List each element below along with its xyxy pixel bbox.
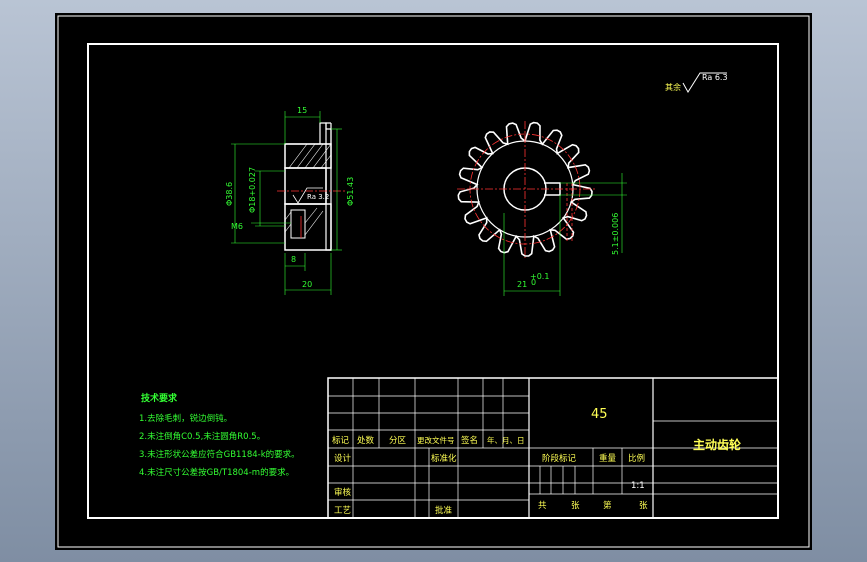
rev-header: 处数 (357, 435, 375, 446)
dim-width-bottom: 20 (302, 280, 312, 289)
roughness-value: Ra 6.3 (702, 73, 728, 82)
tech-item: 3.未注形状公差应符合GB1184-k的要求。 (139, 449, 300, 460)
rev-header: 更改文件号 (417, 435, 455, 445)
total-label: 共 (538, 501, 547, 511)
side-view: Ra 3.2 15 20 8 M6 Φ51.43 Φ38.6 Φ18+0.027 (225, 106, 355, 295)
rev-header: 标记 (332, 435, 350, 446)
process-label: 工艺 (334, 506, 351, 516)
inner-border (87, 43, 779, 519)
tech-item: 2.未注倒角C0.5,未注圆角R0.5。 (139, 431, 265, 442)
dim-key-width: 5.1±0.006 (611, 213, 620, 255)
sheets2-label: 张 (639, 501, 648, 511)
dim-width-top: 15 (297, 106, 307, 115)
dim-hub-dia: Φ38.6 (225, 182, 234, 206)
tech-item: 4.未注尺寸公差按GB/T1804-m的要求。 (139, 467, 294, 478)
roughness-inner: Ra 3.2 (307, 193, 329, 201)
cad-drawing: 其余 Ra 6.3 Ra 3.2 15 20 8 M6 Φ51.43 Φ38.6… (57, 15, 810, 548)
stage-mark-label: 阶段标记 (542, 453, 577, 464)
standardize-label: 标准化 (431, 453, 457, 464)
material: 45 (591, 407, 608, 422)
tech-requirements: 技术要求 1.去除毛刺，锐边倒钝。 2.未注倒角C0.5,未注圆角R0.5。 3… (139, 392, 300, 478)
weight-label: 重量 (599, 453, 617, 464)
rev-header: 分区 (389, 436, 407, 446)
tech-title: 技术要求 (141, 392, 178, 404)
rev-header: 签名 (461, 435, 478, 446)
dim-bore: Φ18+0.027 (248, 167, 257, 213)
page-label: 第 (603, 500, 612, 511)
approve-label: 批准 (435, 505, 453, 516)
front-view: 21 +0.1 0 5.1±0.006 (457, 121, 627, 296)
dim-hub-len: 8 (291, 255, 296, 264)
part-name: 主动齿轮 (693, 437, 742, 452)
tech-item: 1.去除毛刺，锐边倒钝。 (139, 413, 232, 424)
dim-thread: M6 (231, 222, 243, 231)
scale-value: 1:1 (631, 481, 645, 491)
dim-keyway-tol-low: 0 (531, 278, 536, 287)
dim-outer-dia: Φ51.43 (346, 177, 355, 206)
roughness-prefix: 其余 (665, 82, 681, 92)
check-label: 审核 (334, 487, 352, 498)
rev-header: 年、月、日 (487, 435, 525, 445)
dim-keyway-depth: 21 (517, 280, 527, 289)
sheets-label: 张 (571, 501, 580, 511)
roughness-note: 其余 Ra 6.3 (665, 72, 728, 93)
drawing-sheet: 其余 Ra 6.3 Ra 3.2 15 20 8 M6 Φ51.43 Φ38.6… (55, 13, 812, 550)
design-label: 设计 (334, 453, 352, 464)
scale-label: 比例 (628, 453, 645, 464)
